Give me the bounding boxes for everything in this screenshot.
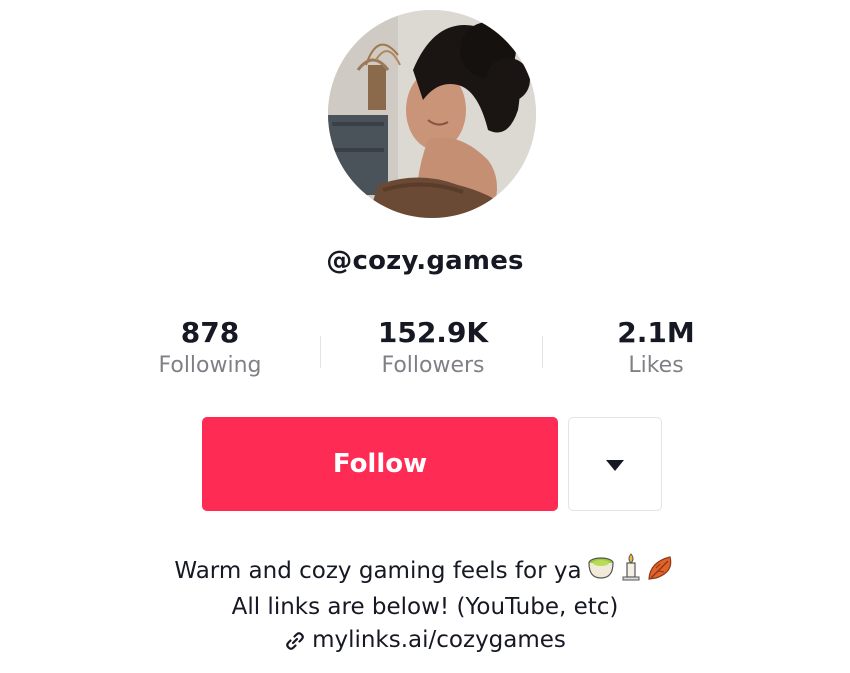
followers-count: 152.9K xyxy=(377,316,489,349)
tea-bowl-emoji xyxy=(586,554,616,591)
stat-likes: 2.1M Likes xyxy=(566,316,746,380)
bio-text-1: Warm and cozy gaming feels for ya xyxy=(174,558,582,584)
stat-divider xyxy=(320,336,321,368)
bio: Warm and cozy gaming feels for ya All li… xyxy=(0,552,850,623)
profile-stats: 878 Following 152.9K Followers 2.1M Like… xyxy=(0,316,850,386)
likes-count: 2.1M xyxy=(617,316,695,349)
bio-line-1: Warm and cozy gaming feels for ya xyxy=(0,552,850,591)
stat-divider xyxy=(542,336,543,368)
link-icon xyxy=(284,629,306,661)
avatar[interactable] xyxy=(328,10,536,218)
stat-following[interactable]: 878 Following xyxy=(120,316,300,380)
likes-label: Likes xyxy=(628,353,684,378)
more-options-button[interactable] xyxy=(568,417,662,511)
bio-line-2: All links are below! (YouTube, etc) xyxy=(231,594,619,620)
profile-link-row: mylinks.ai/cozygames xyxy=(0,624,850,661)
stat-followers[interactable]: 152.9K Followers xyxy=(343,316,523,380)
caret-down-icon xyxy=(606,460,624,471)
candle-emoji xyxy=(620,552,642,591)
avatar-photo xyxy=(328,10,536,218)
username: @cozy.games xyxy=(326,246,524,276)
following-count: 878 xyxy=(180,316,240,349)
profile-link[interactable]: mylinks.ai/cozygames xyxy=(312,627,566,653)
followers-label: Followers xyxy=(381,353,485,378)
following-label: Following xyxy=(158,353,262,378)
fallen-leaf-emoji xyxy=(646,554,676,591)
follow-button[interactable]: Follow xyxy=(202,417,558,511)
